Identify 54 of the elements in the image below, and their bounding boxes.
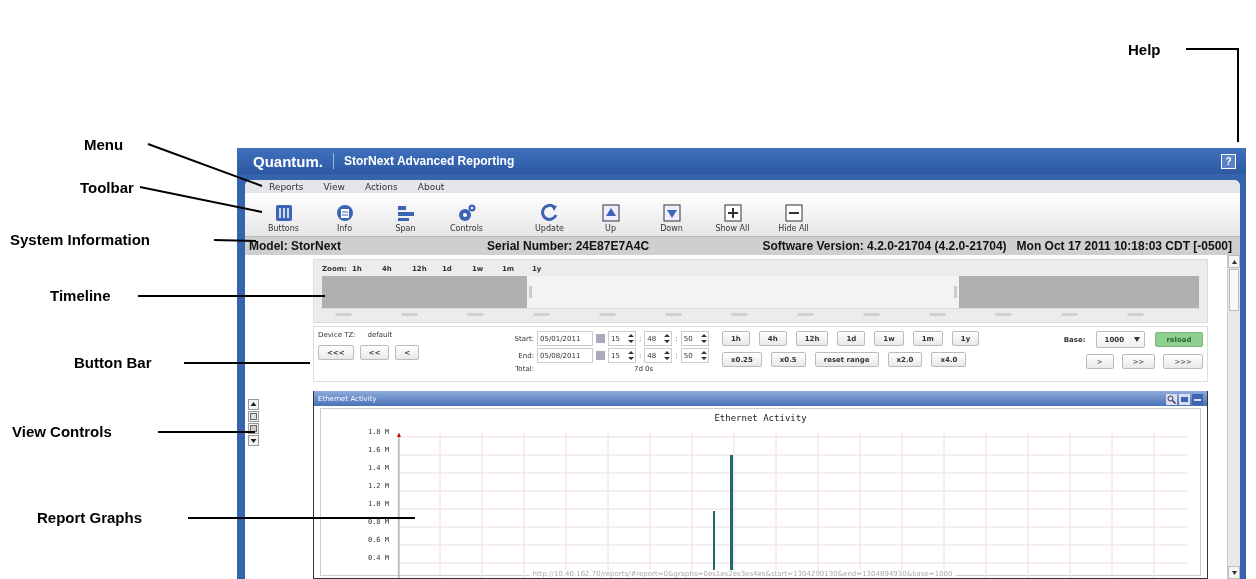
callout-label: Report Graphs	[37, 509, 142, 526]
menu-item[interactable]: About	[407, 181, 455, 192]
scroll-up-button[interactable]	[248, 399, 259, 410]
toolbar-button[interactable]: Up	[580, 203, 641, 233]
date-time: Mon Oct 17 2011 10:18:03 CDT [-0500]	[1016, 239, 1232, 253]
callout-label: Menu	[84, 136, 124, 153]
callout-label: Toolbar	[80, 179, 134, 196]
buttons-icon	[273, 203, 294, 223]
info-icon	[334, 203, 355, 223]
toolbar-button[interactable]: Info	[314, 203, 375, 233]
callout-label: View Controls	[12, 423, 112, 440]
expand-button[interactable]	[248, 411, 259, 422]
update-icon	[539, 203, 560, 223]
callout-label: Help	[1128, 41, 1161, 58]
software-version: Software Version: 4.2.0-21704 (4.2.0-21704)	[762, 239, 1007, 253]
scroll-thumb[interactable]	[1229, 269, 1239, 311]
up-icon	[600, 203, 621, 223]
minus-icon	[783, 203, 804, 223]
down-arrow-icon[interactable]	[1231, 570, 1237, 575]
toolbar-button[interactable]: Buttons	[253, 203, 314, 233]
leader-line	[213, 239, 257, 242]
toolbar-button[interactable]: Show All	[702, 203, 763, 233]
timeline-track[interactable]	[322, 276, 1199, 309]
help-button[interactable]: ?	[1221, 153, 1236, 169]
chart-title: Ethernet Activity	[713, 413, 808, 423]
span-icon	[395, 203, 416, 223]
menu-item[interactable]: Reports	[259, 181, 314, 192]
plus-icon	[722, 203, 743, 223]
model-text: Model: StorNext	[249, 239, 342, 253]
toolbar-button[interactable]: Hide All	[763, 203, 824, 233]
up-arrow-icon[interactable]	[1231, 259, 1237, 264]
scrollbar[interactable]	[1227, 255, 1240, 579]
callout-label: Timeline	[50, 287, 111, 304]
down-arrow-icon	[250, 437, 257, 444]
toolbar-button[interactable]: Span	[375, 203, 436, 233]
serial-number: Serial Number: 24E87E7A4C	[487, 239, 651, 253]
menu-item[interactable]: View	[313, 181, 355, 192]
toolbar-button[interactable]: Controls	[436, 203, 497, 233]
collapse-button[interactable]	[248, 423, 259, 434]
scroll-down-button[interactable]	[248, 435, 259, 446]
menu-item[interactable]: Actions	[354, 181, 408, 192]
caret-icon	[1134, 337, 1140, 342]
callout-label: Button Bar	[74, 354, 152, 371]
window-title: StorNext Advanced Reporting	[344, 154, 516, 168]
search-button[interactable]	[1166, 393, 1177, 404]
up-arrow-icon	[250, 401, 257, 408]
export-button[interactable]	[1179, 393, 1190, 404]
down-icon	[661, 203, 682, 223]
controls-icon	[456, 203, 477, 223]
brand-logo: Quantum.	[253, 152, 323, 170]
callout-label: System Information	[10, 231, 151, 248]
minimize-button[interactable]	[1192, 393, 1203, 404]
toolbar-button[interactable]: Down	[641, 203, 702, 233]
toolbar-button[interactable]: Update	[519, 203, 580, 233]
